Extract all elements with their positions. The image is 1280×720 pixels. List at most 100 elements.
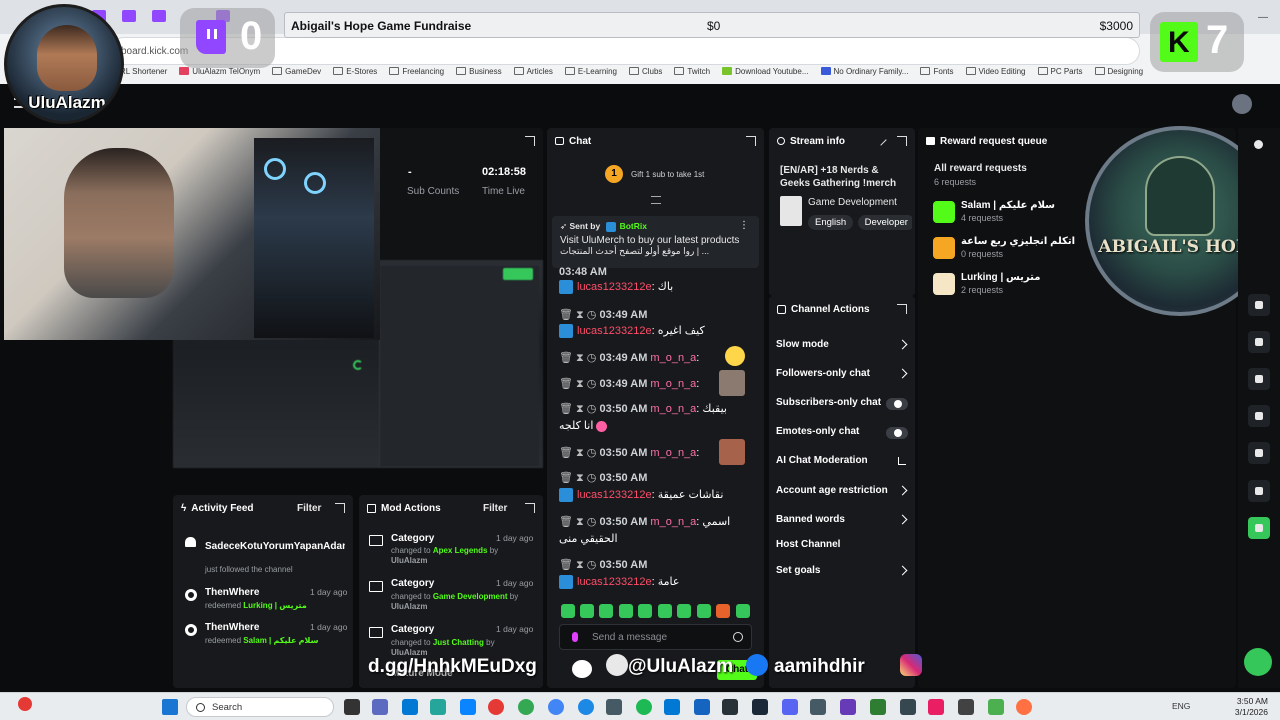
emotes-only-toggle[interactable] xyxy=(886,427,908,439)
taskbar-app-icon[interactable] xyxy=(928,699,944,715)
chat-input[interactable]: Send a message xyxy=(559,624,752,650)
chat-username[interactable]: lucas1233212e xyxy=(577,325,652,337)
action-host-channel[interactable]: Host Channel xyxy=(776,539,908,555)
emote-picker-icon[interactable] xyxy=(658,604,672,618)
windows-start-icon[interactable] xyxy=(162,699,178,715)
taskbar-app-icon[interactable] xyxy=(430,699,446,715)
action-ai-moderation[interactable]: AI Chat Moderation xyxy=(776,455,908,471)
emote-picker-icon[interactable] xyxy=(697,604,711,618)
taskbar-app-icon[interactable] xyxy=(460,699,476,715)
steam-icon[interactable] xyxy=(752,699,768,715)
chat-username[interactable]: lucas1233212e xyxy=(577,489,652,501)
chat-username[interactable]: m_o_n_a xyxy=(650,403,696,415)
language-indicator[interactable]: ENG xyxy=(1172,701,1190,711)
bookmark-folder[interactable]: Twitch xyxy=(674,67,710,76)
layout-icon[interactable] xyxy=(1248,405,1270,427)
microphone-icon[interactable] xyxy=(572,632,578,642)
share-icon[interactable] xyxy=(1248,480,1270,502)
action-set-goals[interactable]: Set goals xyxy=(776,565,908,581)
taskbar-app-icon[interactable] xyxy=(1016,699,1032,715)
system-clock[interactable]: 3:50 AM 3/1/2026 xyxy=(1235,696,1268,718)
mod-filter-button[interactable]: Filter xyxy=(483,503,507,514)
trash-icon[interactable]: 🗑 ⧗ ◷ xyxy=(559,378,599,390)
chat-username[interactable]: m_o_n_a xyxy=(650,378,696,390)
chat-username[interactable]: m_o_n_a xyxy=(650,352,696,364)
emoji-icon[interactable] xyxy=(733,632,743,642)
expand-icon[interactable] xyxy=(897,136,907,146)
emote-picker-icon[interactable] xyxy=(580,604,594,618)
emote-picker-icon[interactable] xyxy=(638,604,652,618)
twitch-tab-icon[interactable] xyxy=(152,10,166,22)
action-subscribers-only[interactable]: Subscribers-only chat xyxy=(776,397,908,413)
action-emotes-only[interactable]: Emotes-only chat xyxy=(776,426,908,442)
bookmark-folder[interactable]: PC Parts xyxy=(1037,67,1083,76)
subscribers-only-toggle[interactable] xyxy=(886,398,908,410)
activity-username[interactable]: ThenWhere xyxy=(205,587,259,598)
trash-icon[interactable]: 🗑 ⧗ ◷ xyxy=(559,447,599,459)
taskbar-app-icon[interactable] xyxy=(606,699,622,715)
taskbar-app-icon[interactable] xyxy=(664,699,680,715)
notes-icon[interactable] xyxy=(1248,294,1270,316)
expand-icon[interactable] xyxy=(525,136,535,146)
mod-action-user[interactable]: UluAlazm xyxy=(391,602,427,611)
spotify-icon[interactable] xyxy=(636,699,652,715)
taskbar-app-icon[interactable] xyxy=(782,699,798,715)
activity-username[interactable]: SadeceKotuYorumYapanAdam xyxy=(205,541,345,552)
trash-icon[interactable]: 🗑 ⧗ ◷ xyxy=(559,403,599,415)
chrome-icon[interactable] xyxy=(488,699,504,715)
taskbar-app-icon[interactable] xyxy=(402,699,418,715)
trash-icon[interactable]: 🗑 ⧗ ◷ xyxy=(559,352,599,364)
bookmark-folder[interactable]: E-Learning xyxy=(564,67,617,76)
action-followers-only[interactable]: Followers-only chat xyxy=(776,368,908,384)
taskbar-app-icon[interactable] xyxy=(372,699,388,715)
taskbar-app-icon[interactable] xyxy=(578,699,594,715)
bookmark-folder[interactable]: Video Editing xyxy=(965,67,1026,76)
bookmark-folder[interactable]: Designing xyxy=(1094,67,1143,76)
taskbar-search[interactable]: Search xyxy=(186,697,334,717)
emote-picker-icon[interactable] xyxy=(599,604,613,618)
taskbar-app-icon[interactable] xyxy=(548,699,564,715)
emote-picker-icon[interactable] xyxy=(677,604,691,618)
kick-app-icon[interactable] xyxy=(1248,517,1270,539)
taskbar-app-icon[interactable] xyxy=(694,699,710,715)
emote-picker-icon[interactable] xyxy=(561,604,575,618)
twitch-tab-icon[interactable] xyxy=(122,10,136,22)
expand-icon[interactable] xyxy=(335,503,345,513)
chat-username[interactable]: lucas1233212e xyxy=(577,281,652,293)
taskbar-app-icon[interactable] xyxy=(988,699,1004,715)
trash-icon[interactable]: 🗑 ⧗ ◷ xyxy=(559,516,599,528)
bookmark-folder[interactable]: E-Stores xyxy=(333,67,377,76)
taskbar-app-icon[interactable] xyxy=(518,699,534,715)
taskbar-app-icon[interactable] xyxy=(810,699,826,715)
filter-icon[interactable] xyxy=(651,196,661,204)
taskbar-app-icon[interactable] xyxy=(870,699,886,715)
all-rewards-label[interactable]: All reward requests xyxy=(934,163,1027,174)
chat-username[interactable]: lucas1233212e xyxy=(577,576,652,588)
emote-picker-icon[interactable] xyxy=(716,604,730,618)
minimize-icon[interactable]: — xyxy=(1258,12,1268,23)
chat-icon[interactable] xyxy=(1248,331,1270,353)
bookmark-item[interactable]: Download Youtube... xyxy=(722,67,809,76)
help-chat-icon[interactable] xyxy=(1244,648,1272,676)
bookmark-folder[interactable]: GameDev xyxy=(272,67,321,76)
activity-filter-button[interactable]: Filter xyxy=(297,503,321,514)
emote-picker-icon[interactable] xyxy=(619,604,633,618)
mod-action-user[interactable]: UluAlazm xyxy=(391,556,427,565)
info-icon[interactable] xyxy=(1254,140,1263,149)
bookmark-folder[interactable]: Clubs xyxy=(628,67,662,76)
taskbar-app-icon[interactable] xyxy=(900,699,916,715)
taskbar-app-icon[interactable] xyxy=(840,699,856,715)
chat-username[interactable]: m_o_n_a xyxy=(650,516,696,528)
taskbar-app-icon[interactable] xyxy=(344,699,360,715)
trash-icon[interactable]: 🗑 ⧗ ◷ xyxy=(559,559,599,571)
bookmark-folder[interactable]: Fonts xyxy=(920,67,954,76)
bookmark-folder[interactable]: Freelancing xyxy=(389,67,444,76)
trash-icon[interactable]: 🗑 ⧗ ◷ xyxy=(559,472,599,484)
notification-icon[interactable] xyxy=(18,697,32,711)
emote-picker-icon[interactable] xyxy=(736,604,750,618)
trash-icon[interactable]: 🗑 ⧗ ◷ xyxy=(559,309,599,321)
taskbar-app-icon[interactable] xyxy=(722,699,738,715)
expand-icon[interactable] xyxy=(746,136,756,146)
pin-toggle-icon[interactable]: ⋮ xyxy=(739,220,749,231)
bookmark-folder[interactable]: Articles xyxy=(513,67,553,76)
